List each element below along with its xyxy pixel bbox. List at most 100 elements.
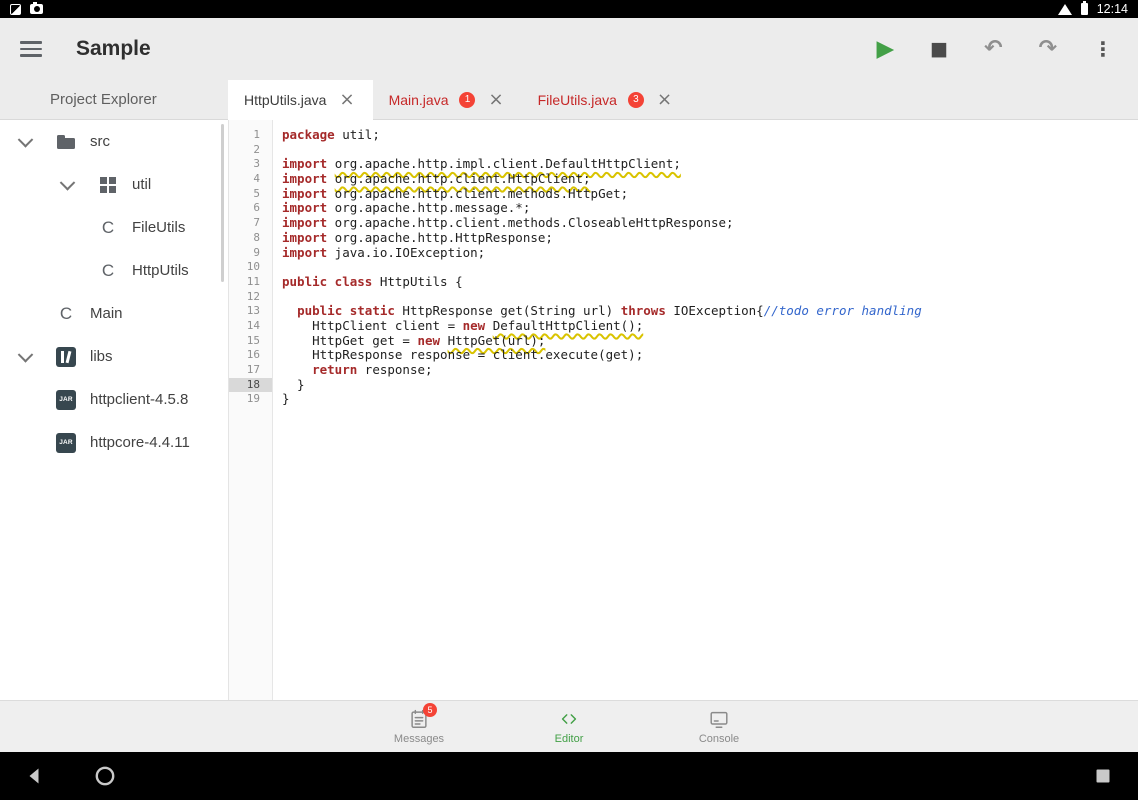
line-number: 4 <box>229 172 272 187</box>
tab-HttpUtils.java[interactable]: HttpUtils.java× <box>228 80 373 120</box>
code-line[interactable]: package util; <box>282 128 1138 143</box>
tree-item-label: libs <box>90 348 113 365</box>
nav-item-messages[interactable]: 5 Messages <box>377 708 461 745</box>
nav-item-console[interactable]: Console <box>677 708 761 745</box>
nav-item-label: Messages <box>394 733 444 745</box>
code-editor: 12345678910111213141516171819 package ut… <box>228 120 1138 700</box>
jar-icon-label: JAR <box>59 396 73 403</box>
home-button[interactable] <box>84 755 126 797</box>
code-line[interactable]: } <box>282 378 1138 393</box>
code-line[interactable] <box>282 290 1138 305</box>
line-number: 1 <box>229 128 272 143</box>
folder-icon <box>56 132 76 152</box>
jar-icon: JAR <box>56 433 76 453</box>
line-number: 9 <box>229 246 272 261</box>
code-line[interactable]: } <box>282 392 1138 407</box>
project-explorer-tree: srcutilCFileUtilsCHttpUtilsCMainlibsJARh… <box>0 120 228 700</box>
code-line[interactable]: import org.apache.http.client.methods.Cl… <box>282 216 1138 231</box>
code-line[interactable]: HttpResponse response = client.execute(g… <box>282 348 1138 363</box>
line-number: 2 <box>229 143 272 158</box>
recents-button[interactable] <box>1082 755 1124 797</box>
system-nav-bar <box>0 752 1138 800</box>
redo-button[interactable]: ↷ <box>1034 36 1062 62</box>
tab-Main.java[interactable]: Main.java1× <box>373 80 522 119</box>
run-button[interactable]: ▶ <box>871 36 899 63</box>
app-title: Sample <box>76 37 151 61</box>
error-count-badge: 1 <box>459 92 475 108</box>
status-bar-left <box>10 4 43 15</box>
code-line[interactable] <box>282 260 1138 275</box>
undo-button[interactable]: ↶ <box>979 36 1007 62</box>
line-number: 6 <box>229 201 272 216</box>
tree-item-label: httpcore-4.4.11 <box>90 434 190 451</box>
line-number: 5 <box>229 187 272 202</box>
chevron-down-icon[interactable] <box>14 335 56 378</box>
app-toolbar: Sample ▶ ■ ↶ ↷ ⋮ <box>0 18 1138 80</box>
tree-item-httpclient-4.5.8[interactable]: JARhttpclient-4.5.8 <box>0 378 228 421</box>
chevron-down-icon[interactable] <box>14 120 56 163</box>
code-line[interactable]: import java.io.IOException; <box>282 246 1138 261</box>
overflow-menu-icon[interactable]: ⋮ <box>1088 37 1118 61</box>
chevron-down-icon[interactable] <box>56 163 98 206</box>
tree-item-FileUtils[interactable]: CFileUtils <box>0 206 228 249</box>
tree-item-Main[interactable]: CMain <box>0 292 228 335</box>
library-icon <box>56 347 76 367</box>
line-number: 14 <box>229 319 272 334</box>
close-tab-icon[interactable]: × <box>655 91 674 109</box>
app-screen: 12:14 Sample ▶ ■ ↶ ↷ ⋮ Project Explorer … <box>0 0 1138 800</box>
code-line[interactable]: HttpClient client = new DefaultHttpClien… <box>282 319 1138 334</box>
status-bar-right: 12:14 <box>1058 2 1128 16</box>
line-number: 10 <box>229 260 272 275</box>
tree-item-label: HttpUtils <box>132 262 189 279</box>
tree-item-libs[interactable]: libs <box>0 335 228 378</box>
close-tab-icon[interactable]: × <box>337 91 356 109</box>
tree-item-label: src <box>90 133 110 150</box>
tree-item-src[interactable]: src <box>0 120 228 163</box>
tree-item-util[interactable]: util <box>0 163 228 206</box>
code-line[interactable]: import org.apache.http.message.*; <box>282 201 1138 216</box>
toolbar-actions: ▶ ■ ↶ ↷ ⋮ <box>871 36 1118 63</box>
messages-icon: 5 <box>408 708 430 730</box>
error-count-badge: 3 <box>628 92 644 108</box>
tree-item-httpcore-4.4.11[interactable]: JAR httpcore-4.4.11 <box>0 421 228 464</box>
line-number: 8 <box>229 231 272 246</box>
code-line[interactable]: import org.apache.http.HttpResponse; <box>282 231 1138 246</box>
class-icon: C <box>98 218 118 238</box>
code-line[interactable]: public class HttpUtils { <box>282 275 1138 290</box>
code-line[interactable]: import org.apache.http.client.HttpClient… <box>282 172 1138 187</box>
code-line[interactable]: import org.apache.http.impl.client.Defau… <box>282 157 1138 172</box>
stop-button[interactable]: ■ <box>925 38 953 61</box>
code-line[interactable]: return response; <box>282 363 1138 378</box>
line-number-gutter: 12345678910111213141516171819 <box>229 120 273 700</box>
tab-label: FileUtils.java <box>538 92 617 108</box>
jar-icon: JAR <box>56 390 76 410</box>
class-icon: C <box>56 304 76 324</box>
tab-FileUtils.java[interactable]: FileUtils.java 3 × <box>522 80 690 119</box>
code-line[interactable]: import org.apache.http.client.methods.Ht… <box>282 187 1138 202</box>
main-content: srcutilCFileUtilsCHttpUtilsCMainlibsJARh… <box>0 120 1138 700</box>
status-bar: 12:14 <box>0 0 1138 18</box>
menu-icon[interactable] <box>20 41 42 57</box>
code-line[interactable]: HttpGet get = new HttpGet(url); <box>282 334 1138 349</box>
tab-bar: HttpUtils.java×Main.java1×FileUtils.java… <box>228 80 690 119</box>
line-number: 12 <box>229 290 272 305</box>
nav-item-editor[interactable]: Editor <box>527 708 611 745</box>
nav-item-label: Console <box>699 733 739 745</box>
close-tab-icon[interactable]: × <box>486 91 505 109</box>
package-icon <box>98 175 118 195</box>
screenshot-icon <box>10 4 21 15</box>
editor-icon <box>558 708 580 730</box>
back-button[interactable] <box>14 755 56 797</box>
project-explorer-header: Project Explorer <box>0 80 228 119</box>
tree-item-HttpUtils[interactable]: CHttpUtils <box>0 249 228 292</box>
code-area[interactable]: package util; import org.apache.http.imp… <box>273 120 1138 700</box>
line-number: 16 <box>229 348 272 363</box>
camera-icon <box>30 4 43 14</box>
tree-item-label: util <box>132 176 151 193</box>
line-number: 3 <box>229 157 272 172</box>
sidebar-scrollbar[interactable] <box>221 124 224 282</box>
code-line[interactable] <box>282 143 1138 158</box>
line-number: 15 <box>229 334 272 349</box>
wifi-icon <box>1058 4 1072 15</box>
code-line[interactable]: public static HttpResponse get(String ur… <box>282 304 1138 319</box>
